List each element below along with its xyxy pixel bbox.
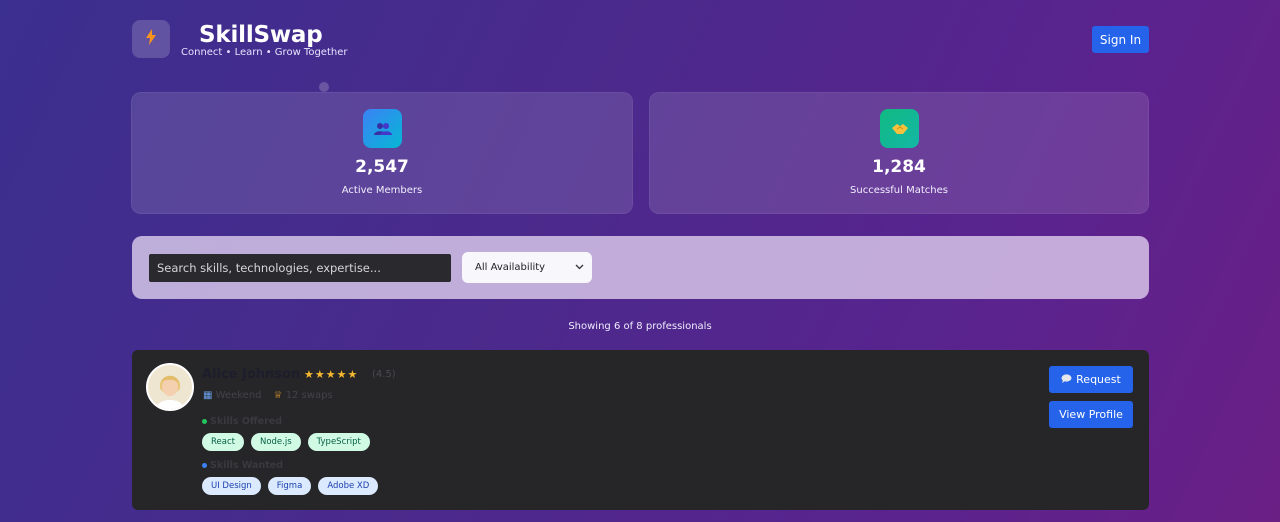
swaps-text: 12 swaps [285,390,333,401]
stat-card-successful-matches: 1,284 Successful Matches [649,92,1149,214]
profile-meta: ▦ Weekend ♕ 12 swaps [203,390,333,401]
results-count: Showing 6 of 8 professionals [568,321,712,332]
availability-select-value: All Availability [475,262,546,273]
skills-offered-list: React Node.js TypeScript [202,433,370,451]
skills-wanted-text: Skills Wanted [210,460,283,471]
sign-in-button[interactable]: Sign In [1092,26,1149,53]
request-button[interactable]: Request [1049,366,1133,393]
stat-card-active-members: 2,547 Active Members [131,92,633,214]
app-title: SkillSwap [199,22,323,48]
swaps-info: ♕ 12 swaps [274,390,333,401]
skills-wanted-list: UI Design Figma Adobe XD [202,477,379,495]
calendar-icon: ▦ [203,390,213,401]
app-logo [132,20,170,58]
chat-bubble-icon [1061,373,1072,386]
rating-value: (4.5) [372,369,396,380]
skills-offered-label: Skills Offered [202,416,282,427]
stat-value: 2,547 [355,157,409,177]
chevron-down-icon [575,262,584,273]
search-input[interactable]: Search skills, technologies, expertise..… [149,254,451,282]
view-profile-button[interactable]: View Profile [1049,401,1133,428]
availability-info: ▦ Weekend [203,390,262,401]
avatar[interactable] [146,363,194,411]
skill-tag: Figma [267,477,312,495]
request-label: Request [1076,373,1121,386]
stat-label: Active Members [341,185,423,196]
lightning-icon [145,29,157,49]
skill-tag: Adobe XD [318,477,379,495]
green-dot-icon [202,419,207,424]
skill-tag: TypeScript [307,433,370,451]
app-subtitle: Connect • Learn • Grow Together [181,47,348,58]
app-header: SkillSwap Connect • Learn • Grow Togethe… [132,20,1149,60]
profile-card: Alice Johnson ★★★★★ (4.5) ▦ Weekend ♕ 12… [132,350,1149,510]
blue-dot-icon [202,463,207,468]
profile-name[interactable]: Alice Johnson [202,367,300,382]
star-rating: ★★★★★ [304,368,359,381]
skill-tag: React [202,433,244,451]
skills-wanted-label: Skills Wanted [202,460,283,471]
availability-select[interactable]: All Availability [462,252,592,283]
skill-tag: Node.js [250,433,301,451]
stat-value: 1,284 [872,157,926,177]
search-panel: Search skills, technologies, expertise..… [132,236,1149,299]
stat-label: Successful Matches [850,185,948,196]
trophy-icon: ♕ [273,390,283,401]
people-icon [363,109,402,148]
availability-text: Weekend [215,390,262,401]
skill-tag: UI Design [202,477,261,495]
handshake-icon [880,109,919,148]
decorative-dot [319,82,329,92]
skills-offered-text: Skills Offered [210,416,283,427]
